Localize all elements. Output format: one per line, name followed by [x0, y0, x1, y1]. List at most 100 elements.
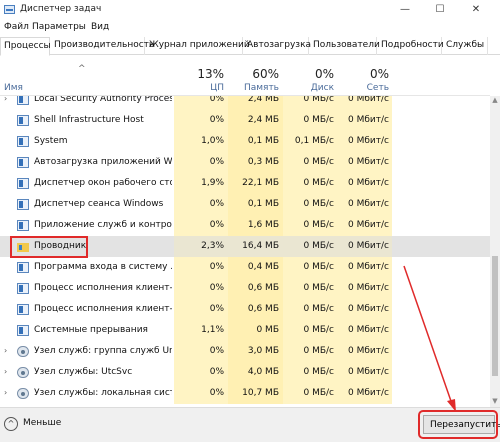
memory-value: 3,0 МБ: [247, 346, 279, 356]
network-value: 0 Мбит/с: [348, 136, 389, 146]
memory-value: 4,0 МБ: [247, 367, 279, 377]
disk-value: 0 МБ/с: [303, 178, 334, 188]
window-title: Диспетчер задач: [20, 4, 102, 14]
memory-value: 0,3 МБ: [247, 157, 279, 167]
column-header-memory[interactable]: Память: [228, 83, 279, 93]
network-value: 0 Мбит/с: [348, 96, 389, 104]
network-value: 0 Мбит/с: [348, 304, 389, 314]
cpu-value: 0%: [209, 346, 224, 356]
cpu-value: 0%: [209, 388, 224, 398]
process-row[interactable]: Автозагрузка приложений Wi... 0% 0,3 МБ 0 М…: [0, 152, 490, 173]
expand-chevron-icon[interactable]: ›: [4, 96, 7, 103]
process-row[interactable]: Приложение служб и контро... 0% 1,6 МБ 0 МБ…: [0, 215, 490, 236]
disk-value: 0 МБ/с: [303, 346, 334, 356]
window-icon: [17, 199, 29, 210]
expand-chevron-icon[interactable]: ›: [4, 367, 7, 376]
process-row[interactable]: Системные прерывания 1,1% 0 МБ 0 МБ/с 0 Мбит…: [0, 320, 490, 341]
collapse-icon[interactable]: ^: [4, 417, 18, 431]
process-row[interactable]: Процесс исполнения клиент-... 0% 0,6 МБ 0 М…: [0, 299, 490, 320]
gear-icon: [17, 346, 29, 357]
cpu-value: 0%: [209, 262, 224, 272]
cpu-value: 0%: [209, 304, 224, 314]
window-icon: [17, 157, 29, 168]
network-value: 0 Мбит/с: [348, 262, 389, 272]
scroll-up-icon[interactable]: ▲: [490, 96, 500, 106]
maximize-button[interactable]: ☐: [425, 0, 455, 21]
vertical-scrollbar[interactable]: ▲ ▼: [490, 96, 500, 407]
column-header-network[interactable]: Сеть: [338, 83, 389, 93]
column-header-disk[interactable]: Диск: [283, 83, 334, 93]
network-value: 0 Мбит/с: [348, 157, 389, 167]
network-value: 0 Мбит/с: [348, 178, 389, 188]
process-row[interactable]: › Local Security Authority Proces... 0% 2,4…: [0, 96, 490, 110]
process-row[interactable]: Shell Infrastructure Host 0% 2,4 МБ 0 МБ/с 0…: [0, 110, 490, 131]
network-value: 0 Мбит/с: [348, 283, 389, 293]
expand-chevron-icon[interactable]: ›: [4, 388, 7, 397]
tab-services[interactable]: Службы: [443, 37, 488, 55]
process-row[interactable]: System 1,0% 0,1 МБ 0,1 МБ/с 0 Мбит/с: [0, 131, 490, 152]
menu-options[interactable]: Параметры: [32, 22, 86, 32]
disk-value: 0 МБ/с: [303, 367, 334, 377]
process-row[interactable]: › Узел служб: группа служб Uni... 0% 3,0 МБ…: [0, 341, 490, 362]
memory-value: 10,7 МБ: [242, 388, 279, 398]
network-value: 0 Мбит/с: [348, 346, 389, 356]
tab-users[interactable]: Пользователи: [310, 37, 380, 55]
minimize-button[interactable]: —: [390, 0, 420, 21]
window-icon: [17, 262, 29, 273]
memory-value: 0,1 МБ: [247, 136, 279, 146]
scroll-thumb[interactable]: [492, 256, 498, 376]
tab-processes[interactable]: Процессы: [0, 37, 51, 56]
process-name: Local Security Authority Proces...: [34, 96, 172, 104]
network-total[interactable]: 0%: [338, 67, 389, 81]
process-row[interactable]: Диспетчер сеанса Windows 0% 0,1 МБ 0 МБ/с 0 …: [0, 194, 490, 215]
disk-value: 0 МБ/с: [303, 115, 334, 125]
disk-total[interactable]: 0%: [283, 67, 334, 81]
menu-file[interactable]: Файл: [4, 22, 29, 32]
process-name: Программа входа в систему ...: [34, 262, 172, 272]
disk-value: 0 МБ/с: [303, 325, 334, 335]
process-row[interactable]: Программа входа в систему ... 0% 0,4 МБ 0 М…: [0, 257, 490, 278]
tab-app-history[interactable]: Журнал приложений: [146, 37, 250, 55]
window-icon: [17, 283, 29, 294]
column-header-cpu[interactable]: ЦП: [174, 83, 224, 93]
column-header-name[interactable]: Имя: [4, 83, 23, 93]
close-button[interactable]: ✕: [461, 0, 491, 21]
fewer-details-link[interactable]: Меньше: [23, 418, 61, 428]
process-name: Процесс исполнения клиент-...: [34, 304, 172, 314]
memory-value: 2,4 МБ: [247, 96, 279, 104]
disk-value: 0 МБ/с: [303, 304, 334, 314]
memory-total[interactable]: 60%: [228, 67, 279, 81]
process-name: Узел службы: локальная сист...: [34, 388, 172, 398]
task-manager-icon: [4, 5, 15, 14]
network-value: 0 Мбит/с: [348, 115, 389, 125]
cpu-value: 0%: [209, 367, 224, 377]
process-name: Диспетчер окон рабочего сто...: [34, 178, 172, 188]
window-icon: [17, 96, 29, 105]
cpu-value: 0%: [209, 157, 224, 167]
disk-value: 0 МБ/с: [303, 283, 334, 293]
process-row[interactable]: › Узел службы: UtcSvc 0% 4,0 МБ 0 МБ/с 0 Мбит…: [0, 362, 490, 383]
process-row[interactable]: Диспетчер окон рабочего сто... 1,9% 22,1 М…: [0, 173, 490, 194]
memory-value: 0 МБ: [256, 325, 279, 335]
menu-view[interactable]: Вид: [91, 22, 109, 32]
window-icon: [17, 220, 29, 231]
cpu-value: 1,0%: [201, 136, 224, 146]
window-icon: [17, 304, 29, 315]
window-icon: [17, 178, 29, 189]
tab-details[interactable]: Подробности: [378, 37, 444, 55]
gear-icon: [17, 367, 29, 378]
cpu-value: 0%: [209, 199, 224, 209]
process-row[interactable]: › Узел службы: локальная сист... 0% 10,7 МБ…: [0, 383, 490, 404]
cpu-value: 1,1%: [201, 325, 224, 335]
expand-chevron-icon[interactable]: ›: [4, 346, 7, 355]
process-row[interactable]: Процесс исполнения клиент-... 0% 0,6 МБ 0 М…: [0, 278, 490, 299]
tab-performance[interactable]: Производительность: [51, 37, 154, 55]
memory-value: 0,4 МБ: [247, 262, 279, 272]
process-name: Системные прерывания: [34, 325, 148, 335]
cpu-value: 0%: [209, 220, 224, 230]
scroll-down-icon[interactable]: ▼: [490, 397, 500, 407]
cpu-total[interactable]: 13%: [174, 67, 224, 81]
tab-startup[interactable]: Автозагрузка: [244, 37, 311, 55]
disk-value: 0,1 МБ/с: [294, 136, 334, 146]
network-value: 0 Мбит/с: [348, 388, 389, 398]
